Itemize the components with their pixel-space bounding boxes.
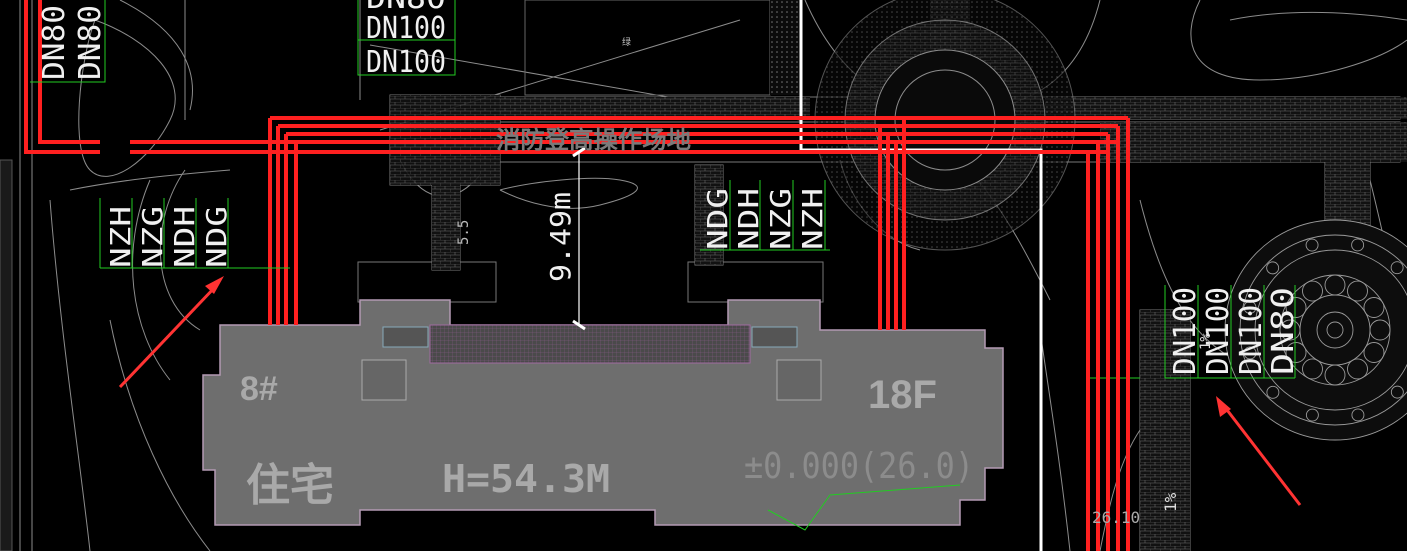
- slope-label-a: 1%: [1198, 333, 1214, 350]
- pipe-label-dn80-2: DN80: [73, 5, 108, 80]
- pipe-code-center-ndh: NDH: [732, 188, 765, 250]
- slope-label-b: 1%: [1161, 492, 1180, 512]
- stair-core-right: [776, 359, 822, 401]
- entrance-canopy: [429, 324, 751, 364]
- stair-core-left: [361, 359, 407, 401]
- pipe-code-left-nzh: NZH: [104, 206, 137, 268]
- pipe-label-right-dn100-b: DN100: [1201, 287, 1236, 375]
- pipe-label-right-dn100-c: DN100: [1234, 287, 1269, 375]
- building-floors: 18F: [868, 373, 937, 417]
- pipe-label-top-dn100-b: DN100: [366, 45, 446, 80]
- cad-drawing-canvas: DN80 DN80 DN80 DN100 DN100 NZH NZG NDH N…: [0, 0, 1407, 551]
- label-leaders: [30, 0, 1296, 379]
- pipe-label-right-dn80: DN80: [1266, 287, 1301, 375]
- pipe-code-center-nzh: NZH: [796, 188, 829, 250]
- building-use: 住宅: [246, 460, 334, 511]
- building-number: 8#: [240, 370, 278, 408]
- tiny-top-label: 绿: [622, 36, 631, 48]
- pipe-code-left-ndg: NDG: [200, 206, 233, 268]
- building-height: H=54.3M: [442, 457, 610, 501]
- distance-label: 9.49m: [544, 192, 577, 282]
- spot-elevation: 26.10: [1092, 508, 1140, 527]
- pipe-label-dn80-1: DN80: [37, 5, 72, 80]
- pipe-code-center-nzg: NZG: [764, 188, 797, 250]
- fire-lane-label: 消防登高操作场地: [496, 126, 691, 154]
- path-width-label: 5.5: [456, 220, 472, 245]
- building-elevation: ±0.000(26.0): [744, 446, 974, 487]
- pipe-code-center-ndg: NDG: [701, 188, 734, 250]
- red-arrow-left: [118, 276, 224, 389]
- pipe-code-left-ndh: NDH: [168, 206, 201, 268]
- pipe-code-left-nzg: NZG: [136, 206, 169, 268]
- pipe-label-right-dn100-a: DN100: [1168, 287, 1203, 375]
- pipe-label-top-dn100-a: DN100: [366, 11, 446, 46]
